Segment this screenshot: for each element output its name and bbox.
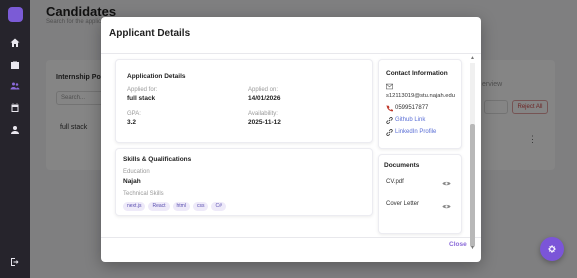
home-icon[interactable] bbox=[9, 37, 21, 49]
skills-heading: Skills & Qualifications bbox=[123, 156, 192, 163]
gear-icon bbox=[548, 245, 556, 253]
applicant-details-modal: Applicant Details Application Details Ap… bbox=[101, 17, 481, 262]
settings-fab[interactable] bbox=[540, 237, 564, 261]
applied-on-label: Applied on: bbox=[248, 87, 279, 93]
document-name: Cover Letter bbox=[386, 201, 420, 207]
application-details-heading: Application Details bbox=[127, 73, 186, 80]
skill-chips: next.js React html css C# bbox=[123, 202, 226, 211]
skill-chip: C# bbox=[211, 202, 226, 211]
linkedin-link[interactable]: LinkedIn Profile bbox=[395, 129, 436, 135]
modal-body: Application Details Applied for: full st… bbox=[101, 53, 481, 238]
documents-heading: Documents bbox=[384, 162, 420, 169]
availability-value: 2025-11-12 bbox=[248, 119, 281, 126]
view-cover-letter-icon[interactable] bbox=[442, 203, 451, 210]
email-icon bbox=[386, 83, 393, 90]
link-icon bbox=[386, 129, 393, 136]
applied-for-value: full stack bbox=[127, 95, 156, 102]
candidates-icon[interactable] bbox=[9, 80, 21, 92]
availability-label: Availability: bbox=[248, 111, 278, 117]
skills-panel: Skills & Qualifications Education Najah … bbox=[115, 148, 373, 216]
application-details-panel: Application Details Applied for: full st… bbox=[115, 59, 373, 143]
skill-chip: React bbox=[148, 202, 170, 211]
applied-for-label: Applied for: bbox=[127, 87, 158, 93]
documents-panel: Documents CV.pdf Cover Letter bbox=[378, 154, 462, 234]
app-logo[interactable] bbox=[8, 7, 23, 22]
briefcase-icon[interactable] bbox=[9, 59, 21, 71]
scrollbar-thumb[interactable] bbox=[470, 124, 475, 247]
gpa-value: 3.2 bbox=[127, 119, 137, 126]
view-cv-icon[interactable] bbox=[442, 180, 451, 187]
education-label: Education bbox=[123, 169, 150, 175]
document-name: CV.pdf bbox=[386, 179, 404, 185]
logout-icon[interactable] bbox=[9, 256, 21, 268]
phone-icon bbox=[386, 105, 393, 112]
calendar-icon[interactable] bbox=[9, 102, 21, 114]
profile-icon[interactable] bbox=[9, 124, 21, 136]
close-button[interactable]: Close bbox=[449, 241, 467, 248]
technical-skills-label: Technical Skills bbox=[123, 191, 164, 197]
contact-panel: Contact Information s12113019@stu.najah.… bbox=[378, 59, 462, 149]
contact-heading: Contact Information bbox=[386, 70, 448, 77]
scroll-down-arrow[interactable]: ▼ bbox=[470, 245, 475, 251]
phone-value: 0599517877 bbox=[395, 105, 429, 111]
modal-title: Applicant Details bbox=[109, 28, 191, 39]
link-icon bbox=[386, 117, 393, 124]
email-value: s12113019@stu.najah.edu bbox=[386, 93, 455, 99]
education-value: Najah bbox=[123, 178, 141, 185]
skill-chip: next.js bbox=[123, 202, 146, 211]
skill-chip: html bbox=[172, 202, 190, 211]
gpa-label: GPA: bbox=[127, 111, 141, 117]
skill-chip: css bbox=[192, 202, 209, 211]
github-link[interactable]: Github Link bbox=[395, 117, 425, 123]
applied-on-value: 14/01/2026 bbox=[248, 95, 281, 102]
sidebar bbox=[0, 0, 30, 278]
scroll-up-arrow[interactable]: ▲ bbox=[470, 55, 475, 61]
